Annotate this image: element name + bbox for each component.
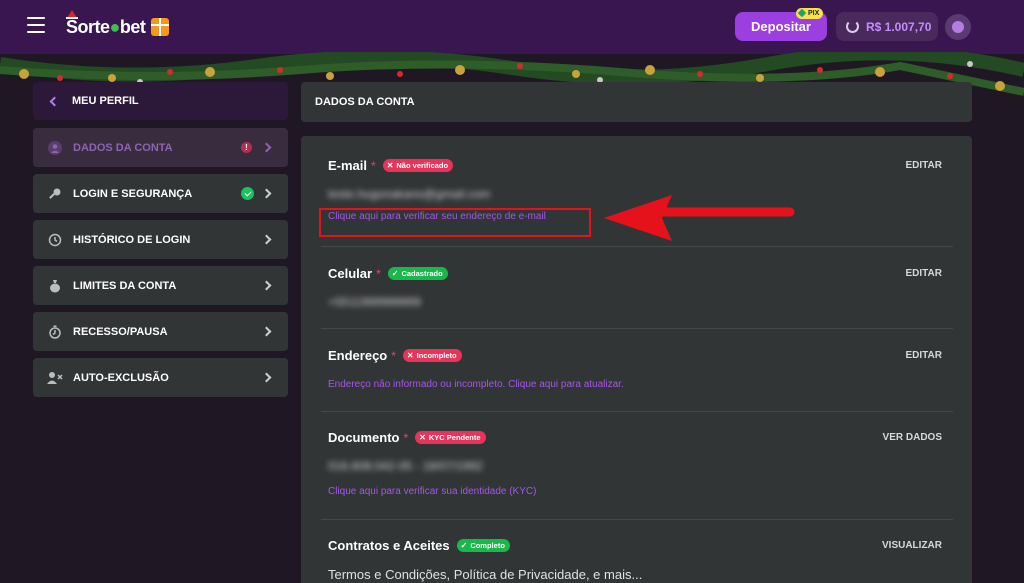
address-edit-button[interactable]: EDITAR bbox=[906, 350, 942, 361]
sidebar-item-label: RECESSO/PAUSA bbox=[73, 325, 168, 338]
history-icon bbox=[47, 232, 63, 248]
sidebar-header-label: MEU PERFIL bbox=[72, 95, 139, 107]
top-bar: Sorte●bet Depositar PIX R$ 1.007,70 bbox=[0, 0, 1024, 54]
x-icon: ✕ bbox=[406, 351, 414, 360]
chevron-right-icon bbox=[261, 326, 272, 337]
document-value: 016.608.042-05 - 18/07/1992 bbox=[328, 459, 483, 473]
update-address-link[interactable]: Endereço não informado ou incompleto. Cl… bbox=[328, 379, 953, 390]
required-mark: * bbox=[403, 430, 409, 445]
phone-edit-button[interactable]: EDITAR bbox=[906, 268, 942, 279]
email-edit-button[interactable]: EDITAR bbox=[906, 160, 942, 171]
check-icon: ✓ bbox=[391, 269, 399, 278]
divider bbox=[321, 328, 953, 329]
sidebar-item-auto-exclusao[interactable]: AUTO-EXCLUSÃO bbox=[33, 358, 288, 397]
check-icon: ✓ bbox=[460, 541, 468, 550]
address-section: Endereço * ✕ Incompleto EDITAR Endereço … bbox=[328, 348, 953, 390]
profile-sidebar: MEU PERFIL DADOS DA CONTA ! LOGIN E SEGU… bbox=[33, 82, 288, 397]
x-icon: ✕ bbox=[386, 161, 394, 170]
contracts-value: Termos e Condições, Política de Privacid… bbox=[328, 567, 643, 582]
santa-hat-icon bbox=[66, 10, 78, 19]
page-title: DADOS DA CONTA bbox=[301, 82, 972, 122]
phone-section: Celular * ✓ Cadastrado EDITAR +551199999… bbox=[328, 266, 953, 309]
sidebar-item-label: LIMITES DA CONTA bbox=[73, 279, 177, 292]
status-badge-text: Não verificado bbox=[396, 161, 449, 170]
view-contracts-button[interactable]: VISUALIZAR bbox=[882, 540, 942, 551]
gift-icon[interactable] bbox=[151, 18, 170, 36]
sidebar-item-login-seguranca[interactable]: LOGIN E SEGURANÇA bbox=[33, 174, 288, 213]
divider bbox=[321, 411, 953, 412]
status-badge: ✕ KYC Pendente bbox=[415, 431, 486, 444]
sidebar-item-label: AUTO-EXCLUSÃO bbox=[73, 371, 169, 384]
menu-icon[interactable] bbox=[27, 17, 45, 33]
view-document-button[interactable]: VER DADOS bbox=[883, 432, 942, 443]
warning-badge: ! bbox=[241, 142, 252, 153]
status-badge: ✓ Cadastrado bbox=[387, 267, 448, 280]
back-to-profile-button[interactable]: MEU PERFIL bbox=[33, 82, 288, 120]
required-mark: * bbox=[391, 348, 396, 363]
chevron-right-icon bbox=[261, 234, 272, 245]
verify-identity-link[interactable]: Clique aqui para verificar sua identidad… bbox=[328, 486, 953, 497]
sidebar-item-label: DADOS DA CONTA bbox=[73, 141, 173, 154]
sidebar-item-historico-login[interactable]: HISTÓRICO DE LOGIN bbox=[33, 220, 288, 259]
contracts-label: Contratos e Aceites bbox=[328, 538, 450, 553]
document-label: Documento bbox=[328, 430, 400, 445]
required-mark: * bbox=[376, 266, 381, 281]
document-section: Documento * ✕ KYC Pendente VER DADOS 016… bbox=[328, 430, 953, 497]
email-label: E-mail bbox=[328, 158, 368, 173]
divider bbox=[321, 519, 953, 520]
check-icon bbox=[241, 187, 254, 200]
user-remove-icon bbox=[47, 370, 63, 386]
chevron-right-icon bbox=[261, 188, 272, 199]
avatar[interactable] bbox=[945, 14, 971, 40]
refresh-icon[interactable] bbox=[846, 20, 859, 33]
status-badge: ✕ Incompleto bbox=[402, 349, 462, 362]
status-badge-text: KYC Pendente bbox=[428, 433, 481, 442]
divider bbox=[321, 246, 953, 247]
sidebar-item-label: LOGIN E SEGURANÇA bbox=[73, 187, 193, 200]
chevron-left-icon bbox=[49, 96, 60, 106]
contracts-section: Contratos e Aceites ✓ Completo VISUALIZA… bbox=[328, 538, 953, 582]
sidebar-item-label: HISTÓRICO DE LOGIN bbox=[73, 233, 191, 246]
x-icon: ✕ bbox=[419, 433, 426, 442]
phone-value: +5511999999999 bbox=[328, 295, 421, 309]
logo-text: Sorte●bet bbox=[66, 16, 146, 37]
brand-logo[interactable]: Sorte●bet bbox=[66, 10, 170, 39]
chevron-right-icon bbox=[261, 280, 272, 291]
money-bag-icon bbox=[47, 278, 63, 294]
balance-display[interactable]: R$ 1.007,70 bbox=[836, 12, 938, 41]
status-badge-text: Incompleto bbox=[416, 351, 457, 360]
chevron-right-icon bbox=[261, 372, 272, 383]
key-icon bbox=[47, 186, 63, 202]
status-badge: ✕ Não verificado bbox=[382, 159, 454, 172]
status-badge-text: Completo bbox=[470, 541, 505, 550]
pix-badge: PIX bbox=[796, 8, 824, 19]
required-mark: * bbox=[371, 158, 376, 173]
phone-label: Celular bbox=[328, 266, 373, 281]
status-badge-text: Cadastrado bbox=[401, 269, 443, 278]
balance-amount: R$ 1.007,70 bbox=[866, 19, 932, 34]
user-icon bbox=[952, 21, 964, 33]
sidebar-item-recesso-pausa[interactable]: RECESSO/PAUSA bbox=[33, 312, 288, 351]
sidebar-item-limites-conta[interactable]: LIMITES DA CONTA bbox=[33, 266, 288, 305]
status-badge: ✓ Completo bbox=[456, 539, 510, 552]
timer-icon bbox=[47, 324, 63, 340]
chevron-right-icon bbox=[261, 142, 272, 153]
highlight-box bbox=[319, 208, 591, 237]
sidebar-item-dados-da-conta[interactable]: DADOS DA CONTA ! bbox=[33, 128, 288, 167]
user-icon bbox=[47, 140, 63, 156]
red-arrow-annotation bbox=[604, 195, 795, 241]
address-label: Endereço bbox=[328, 348, 388, 363]
